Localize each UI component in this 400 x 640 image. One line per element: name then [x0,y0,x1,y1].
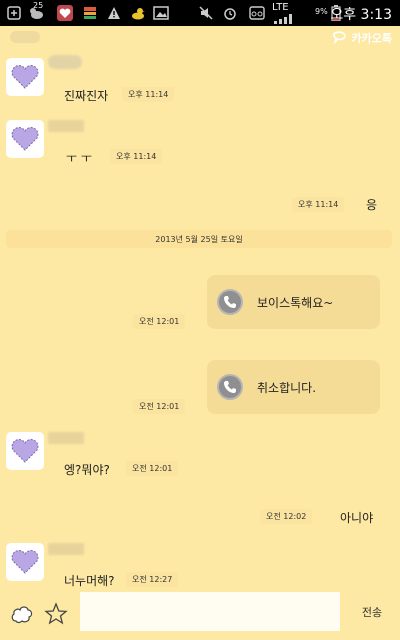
message-time: 오전 12:01 [133,399,186,414]
heart-avatar-icon [11,127,39,151]
heart-avatar-icon [11,550,39,574]
duck-icon [130,5,146,21]
alarm-icon [222,5,238,21]
kakao-icon [332,30,348,46]
battery-percent: 9% [315,7,328,16]
message-text: 엥?뭐야? [64,463,110,477]
avatar[interactable] [6,432,44,470]
signal-icon [272,14,294,24]
alert-icon [106,5,122,21]
plus-icon [6,5,22,21]
heart-badge-icon [56,5,74,21]
phone-icon [217,289,243,315]
message-text: ㅜ ㅜ [66,151,92,165]
sender-name [48,120,84,132]
message-text: 아니야 [340,511,374,525]
voice-call-bubble[interactable]: 보이스톡해요~ [207,275,380,329]
brand-label: 카카오톡 [351,32,392,45]
attach-button[interactable] [10,602,34,626]
sender-name [48,55,82,69]
send-button[interactable]: 전송 [352,596,392,628]
message-time: 오후 11:14 [122,87,175,102]
network-label: LTE [272,2,289,13]
input-bar: 전송 [0,588,400,640]
emoticon-button[interactable] [44,602,68,626]
message-time: 오후 11:14 [110,149,163,164]
sender-name [48,543,84,555]
brand-logo: 카카오톡 [332,30,392,46]
message-text: 보이스톡해요~ [257,295,334,310]
message-time: 오후 11:14 [292,197,345,212]
notification-count: 25 [33,1,44,10]
message-text: 너누머해? [64,574,115,588]
message-time: 오전 12:27 [126,572,179,587]
date-divider: 2013년 5월 25일 토요일 [6,230,392,248]
message-time: 오전 12:02 [260,509,313,524]
phone-icon [217,374,243,400]
voicemail-icon [248,5,266,21]
heart-avatar-icon [11,439,39,463]
avatar[interactable] [6,58,44,96]
chat-area[interactable]: 진짜진자 오후 11:14 ㅜ ㅜ 오후 11:14 오후 11:14 응 20… [0,52,400,588]
heart-avatar-icon [11,65,39,89]
mute-icon [198,5,214,21]
message-text: 취소합니다. [257,380,317,395]
image-icon [152,5,170,21]
message-time: 오전 12:01 [133,314,186,329]
gift-icon [82,5,98,21]
status-bar: 25 LTE 9% 오후 3:13 [0,0,400,26]
avatar[interactable] [6,120,44,158]
message-text: 응 [366,198,378,212]
message-time: 오전 12:01 [126,461,179,476]
cloud-icon [11,606,33,624]
voice-call-bubble[interactable]: 취소합니다. [207,360,380,414]
avatar[interactable] [6,543,44,581]
chat-header: 카카오톡 [0,26,400,52]
sender-name [48,432,84,444]
message-text: 진짜진자 [64,89,109,103]
star-icon [44,602,68,625]
back-area[interactable] [10,31,40,43]
clock: 오후 3:13 [330,7,392,23]
message-input[interactable] [80,592,340,631]
